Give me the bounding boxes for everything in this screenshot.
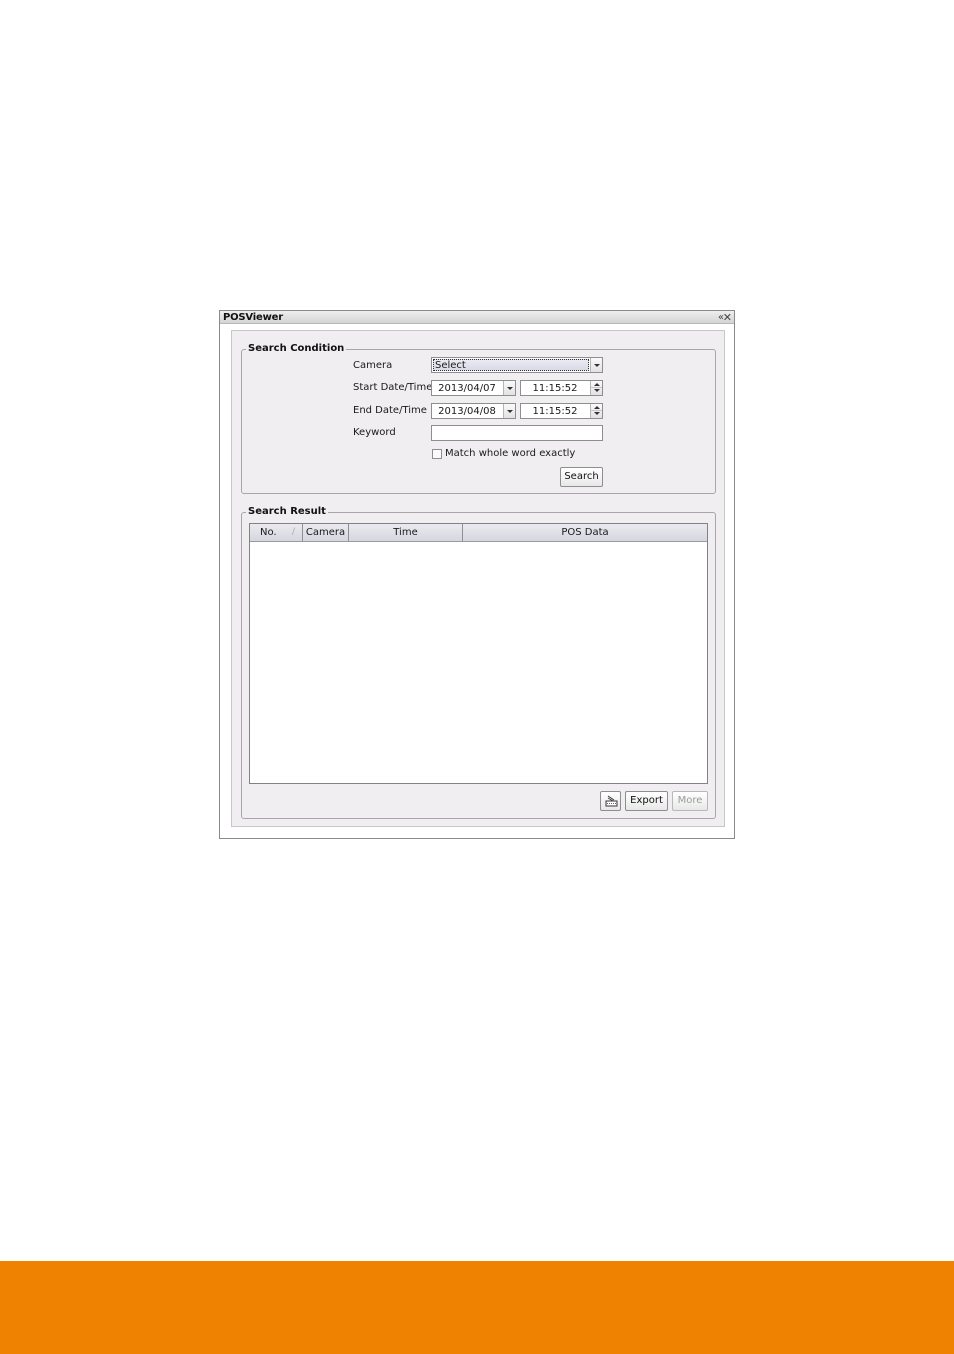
end-datetime-label: End Date/Time <box>353 405 427 416</box>
start-time-down-icon[interactable] <box>591 388 602 395</box>
window-title: POSViewer <box>223 312 283 323</box>
footer-accent-bar <box>0 1261 954 1354</box>
table-header: No. / Camera Time POS Data <box>250 524 707 542</box>
start-datetime-label: Start Date/Time <box>353 382 433 393</box>
posviewer-window: POSViewer « ✕ Search Condition Camera Se… <box>219 310 735 839</box>
more-button: More <box>672 791 708 811</box>
posviewer-panel: Search Condition Camera Select Start Dat… <box>231 330 725 827</box>
match-whole-word-label[interactable]: Match whole word exactly <box>445 447 575 460</box>
keyword-label: Keyword <box>353 427 396 438</box>
export-button[interactable]: Export <box>625 791 668 811</box>
column-header-no-label: No. <box>260 527 277 538</box>
end-date-picker[interactable]: 2013/04/08 <box>431 403 516 419</box>
table-body <box>250 542 707 783</box>
search-button[interactable]: Search <box>560 467 603 487</box>
collapse-icon[interactable]: « <box>718 311 724 324</box>
end-date-dropdown-icon[interactable] <box>503 404 515 418</box>
match-whole-word-checkbox[interactable] <box>432 449 442 459</box>
window-titlebar[interactable]: POSViewer « ✕ <box>220 311 734 324</box>
end-date-value: 2013/04/08 <box>438 406 496 417</box>
column-header-camera[interactable]: Camera <box>303 524 349 541</box>
camera-dropdown-chevron-icon[interactable] <box>590 358 602 372</box>
camera-label: Camera <box>353 360 393 371</box>
close-icon[interactable]: ✕ <box>723 311 732 324</box>
start-time-value: 11:15:52 <box>532 383 578 394</box>
print-button[interactable] <box>600 791 621 811</box>
end-time-value: 11:15:52 <box>532 406 578 417</box>
column-header-pos-data[interactable]: POS Data <box>463 524 707 541</box>
camera-select-value: Select <box>435 360 466 371</box>
search-result-group: Search Result No. / Camera Time POS Data <box>241 506 716 819</box>
camera-select-value-box: Select <box>433 359 589 371</box>
search-result-table[interactable]: No. / Camera Time POS Data <box>249 523 708 784</box>
end-time-up-icon[interactable] <box>591 404 602 411</box>
search-result-legend: Search Result <box>246 506 328 518</box>
keyword-input[interactable] <box>431 425 603 441</box>
sort-ascending-icon: / <box>291 527 295 537</box>
column-header-no[interactable]: No. / <box>250 524 303 541</box>
camera-select[interactable]: Select <box>431 357 603 373</box>
start-time-spin <box>590 381 602 395</box>
start-date-value: 2013/04/07 <box>438 383 496 394</box>
end-time-down-icon[interactable] <box>591 411 602 418</box>
end-time-spinner[interactable]: 11:15:52 <box>520 403 603 419</box>
column-header-time[interactable]: Time <box>349 524 463 541</box>
start-date-picker[interactable]: 2013/04/07 <box>431 380 516 396</box>
search-condition-group: Search Condition Camera Select Start Dat… <box>241 343 716 494</box>
printer-icon <box>605 795 618 807</box>
start-time-up-icon[interactable] <box>591 381 602 388</box>
start-time-spinner[interactable]: 11:15:52 <box>520 380 603 396</box>
end-time-spin <box>590 404 602 418</box>
start-date-dropdown-icon[interactable] <box>503 381 515 395</box>
search-condition-legend: Search Condition <box>246 343 347 355</box>
